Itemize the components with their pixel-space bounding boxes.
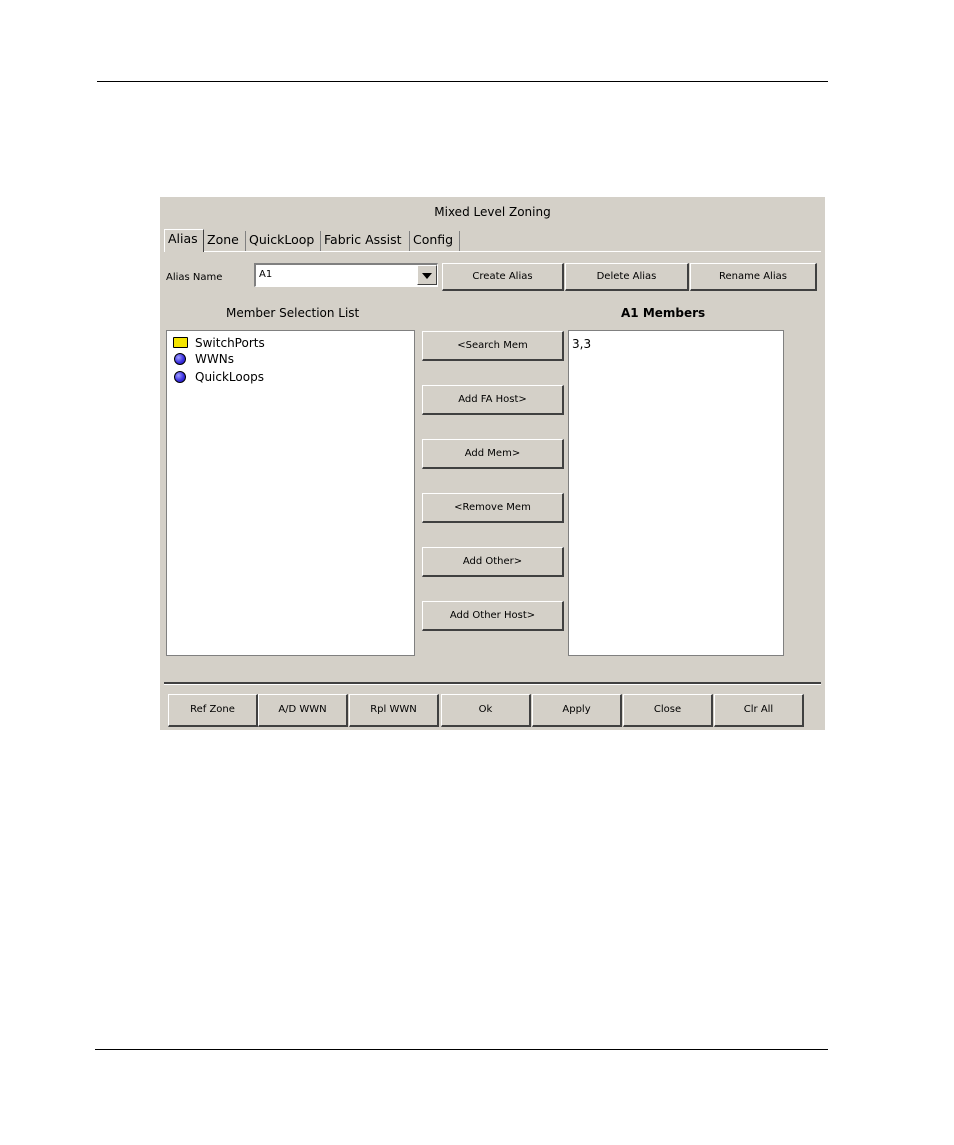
add-other-button[interactable]: Add Other> (422, 547, 564, 577)
combo-dropdown-button[interactable] (417, 265, 437, 285)
tab-panel-border (164, 251, 821, 252)
tab-alias[interactable]: Alias (164, 229, 204, 252)
create-alias-button[interactable]: Create Alias (442, 263, 564, 291)
ad-wwn-button[interactable]: A/D WWN (258, 694, 348, 727)
folder-icon (173, 337, 188, 348)
add-other-host-button[interactable]: Add Other Host> (422, 601, 564, 631)
member-selection-title: Member Selection List (226, 306, 360, 320)
chevron-down-icon (422, 273, 432, 279)
mixed-level-zoning-dialog: Mixed Level Zoning Alias Zone QuickLoop … (160, 197, 825, 730)
alias-name-value: A1 (259, 269, 273, 280)
rpl-wwn-button[interactable]: Rpl WWN (349, 694, 439, 727)
remove-mem-button[interactable]: <Remove Mem (422, 493, 564, 523)
dialog-title: Mixed Level Zoning (434, 205, 551, 219)
alias-name-combo[interactable]: A1 (254, 263, 438, 287)
list-item[interactable]: 3,3 (572, 337, 591, 351)
search-mem-button[interactable]: <Search Mem (422, 331, 564, 361)
node-icon (174, 371, 186, 383)
clr-all-button[interactable]: Clr All (714, 694, 804, 727)
add-mem-button[interactable]: Add Mem> (422, 439, 564, 469)
close-button[interactable]: Close (623, 694, 713, 727)
delete-alias-button[interactable]: Delete Alias (565, 263, 689, 291)
alias-name-label: Alias Name (166, 272, 223, 283)
tab-quickloop[interactable]: QuickLoop (246, 231, 321, 251)
members-list[interactable]: 3,3 (568, 330, 784, 656)
footer-separator-highlight (164, 684, 821, 685)
tab-fabric-assist[interactable]: Fabric Assist (321, 231, 410, 251)
apply-button[interactable]: Apply (532, 694, 622, 727)
page-top-rule (97, 81, 828, 82)
tab-zone[interactable]: Zone (204, 231, 246, 251)
tab-config[interactable]: Config (410, 231, 460, 251)
ok-button[interactable]: Ok (441, 694, 531, 727)
add-fa-host-button[interactable]: Add FA Host> (422, 385, 564, 415)
member-selection-list[interactable]: SwitchPorts WWNs QuickLoops (166, 330, 415, 656)
node-icon (174, 353, 186, 365)
ref-zone-button[interactable]: Ref Zone (168, 694, 258, 727)
page-bottom-rule (95, 1049, 828, 1050)
rename-alias-button[interactable]: Rename Alias (690, 263, 817, 291)
members-title: A1 Members (621, 306, 706, 320)
